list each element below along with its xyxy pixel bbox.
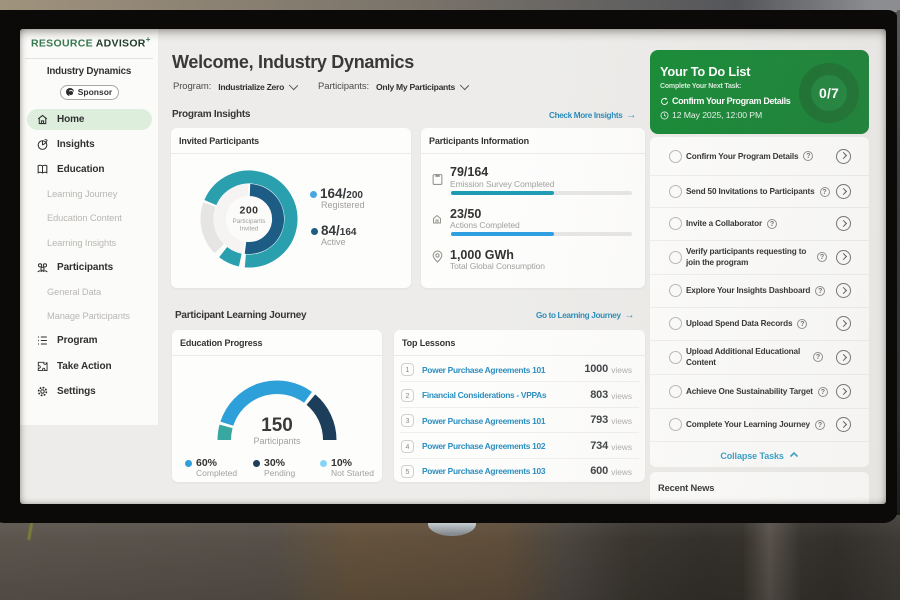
svg-text:Participants: Participants [233, 218, 266, 225]
svg-text:Invited: Invited [240, 226, 259, 233]
svg-text:200: 200 [239, 205, 258, 217]
